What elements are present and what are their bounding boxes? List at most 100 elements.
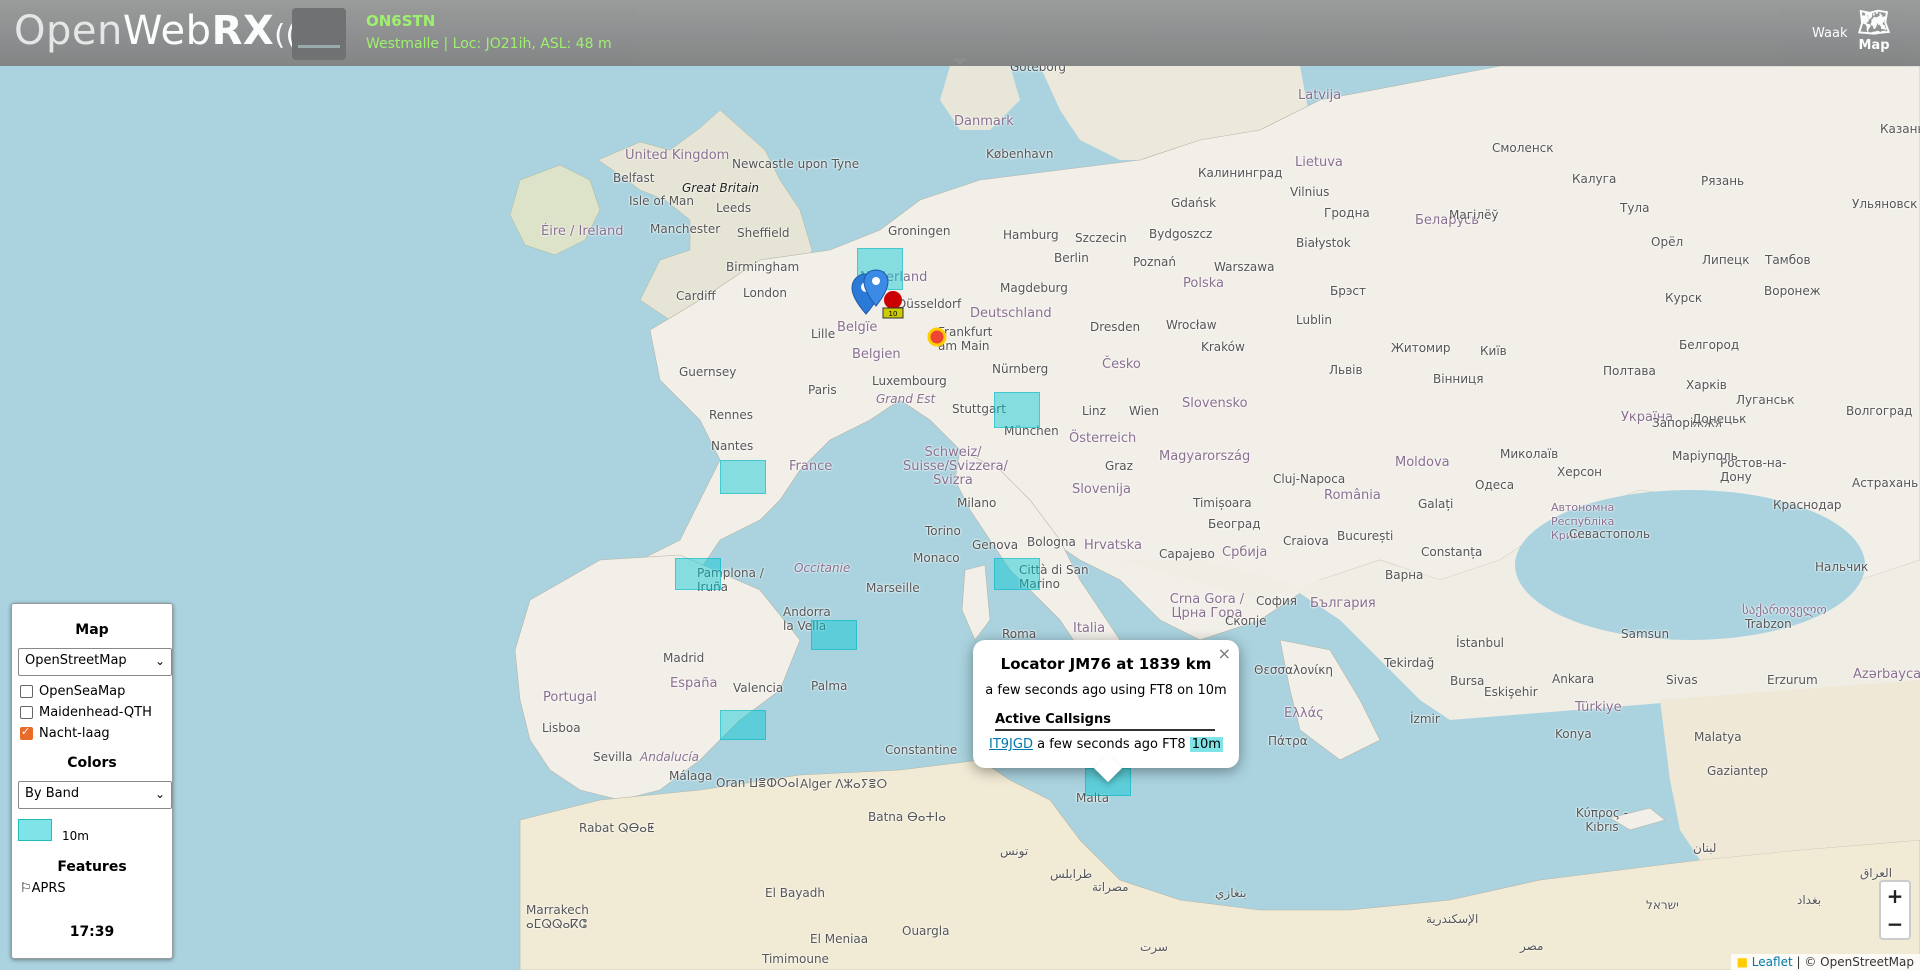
map-label-kibris: Κύπρος - Kıbrıs: [1575, 806, 1629, 834]
map-label-kyiv: Київ: [1480, 344, 1507, 358]
overlay-nacht-laag[interactable]: Nacht-laag: [20, 725, 172, 741]
map-label-lipetsk: Липецк: [1702, 253, 1750, 267]
map-label-leeds: Leeds: [716, 201, 752, 215]
map-label-hrvatska: Hrvatska: [1084, 538, 1142, 553]
grid-square-10m[interactable]: [811, 620, 857, 650]
map-label-slovenija: Slovenija: [1072, 482, 1131, 497]
map-attribution: ■ Leaflet | © OpenStreetMap: [1730, 954, 1920, 970]
map-label-izmir: İzmir: [1410, 712, 1440, 726]
map-label-nurnberg: Nürnberg: [992, 362, 1049, 376]
map-label-manchester: Manchester: [650, 222, 721, 236]
map-label-nantes: Nantes: [711, 439, 754, 453]
top-header: OpenWebRX((•)) ON6STN Westmalle | Loc: J…: [0, 0, 1920, 66]
grid-square-10m[interactable]: [720, 460, 766, 494]
nav-map-label: Map: [1858, 38, 1890, 53]
map-label-hamburg: Hamburg: [1003, 228, 1059, 242]
feature-aprs[interactable]: ⚐APRS: [20, 881, 172, 896]
map-label-gdansk: Gdańsk: [1171, 196, 1217, 210]
map-label-mogilev: Магілёў: [1449, 208, 1499, 222]
map-label-groningen: Groningen: [888, 224, 951, 238]
station-name: ON6STN: [366, 12, 436, 30]
map-label-bialystok: Białystok: [1296, 236, 1351, 250]
map-label-ulyanovsk: Ульяновск: [1852, 197, 1918, 211]
map-label-sivas: Sivas: [1666, 673, 1698, 687]
map-label-batna: Batna ⴱⴰⵜⵏⴰ: [868, 810, 946, 824]
map-label-warszawa: Warszawa: [1214, 260, 1275, 274]
map-label-sarajevo: Сарајево: [1159, 547, 1215, 561]
map-label-italia: Italia: [1073, 621, 1106, 636]
map-label-orel: Орёл: [1651, 235, 1684, 249]
map-label-slovensko: Slovensko: [1182, 396, 1248, 411]
map-label-kobenhavn: København: [986, 147, 1054, 161]
map-label-bursa: Bursa: [1450, 674, 1485, 688]
leaflet-link[interactable]: Leaflet: [1752, 955, 1793, 969]
colors-select[interactable]: By Band ⌄: [18, 781, 172, 809]
map-label-kazan: Казань: [1880, 122, 1920, 136]
colors-heading: Colors: [67, 755, 117, 771]
map-label-oran: Oran ⵡⴻⵀⵔⴰⵏ: [716, 776, 799, 790]
receiver-avatar[interactable]: [292, 8, 346, 60]
grid-square-10m[interactable]: [994, 558, 1040, 590]
map-label-odesa: Одеса: [1475, 478, 1515, 492]
map-label-kherson: Херсон: [1557, 465, 1603, 479]
map-label-magdeburg: Magdeburg: [1000, 281, 1068, 295]
map-label-espana: España: [670, 676, 718, 691]
overlay-openseamap[interactable]: OpenSeaMap: [20, 684, 172, 699]
grid-square-10m[interactable]: [994, 392, 1040, 428]
map-label-deutschland: Deutschland: [970, 306, 1052, 321]
openwebrx-logo[interactable]: OpenWebRX((•)): [14, 8, 337, 54]
zoom-out-button[interactable]: −: [1879, 910, 1911, 940]
map-label-thessaloniki: Θεσσαλονίκη: [1254, 663, 1333, 677]
zoom-in-button[interactable]: +: [1879, 880, 1911, 912]
map-label-rennes: Rennes: [709, 408, 754, 422]
map-label-voronezh: Воронеж: [1764, 284, 1821, 298]
map-label-milano: Milano: [957, 496, 997, 510]
chevron-down-icon: ⌄: [154, 654, 165, 668]
map-label-portugal: Portugal: [543, 690, 597, 705]
popup-time: a few seconds ago using FT8 on 10m: [985, 683, 1227, 698]
map-label-malaga: Málaga: [669, 769, 713, 783]
attribution-text: | © OpenStreetMap: [1796, 955, 1914, 969]
nav-map-button[interactable]: 🗺 Map: [1854, 8, 1894, 53]
map-label-lisboa: Lisboa: [542, 721, 581, 735]
header-collapse-tab[interactable]: [952, 58, 968, 65]
map-label-skopje: Скопје: [1225, 614, 1267, 628]
map-label-szczecin: Szczecin: [1075, 231, 1127, 245]
map-label-palma: Palma: [811, 679, 848, 693]
overlay-maidenhead[interactable]: Maidenhead-QTH: [20, 705, 172, 720]
map-label-turkiye: Türkiye: [1575, 700, 1622, 715]
map-label-mykolaiv: Миколаїв: [1500, 447, 1559, 461]
map-icon: 🗺: [1857, 8, 1891, 38]
overlay-label: OpenSeaMap: [39, 684, 126, 699]
map-label-istanbul: İstanbul: [1456, 636, 1505, 650]
map-label-tbilisi: საქართველო: [1742, 603, 1827, 618]
map-label-osterreich: Österreich: [1069, 431, 1137, 446]
map-label-poltava: Полтава: [1603, 364, 1656, 378]
map-label-donetsk: Донецьк: [1692, 412, 1747, 426]
map-label-lviv: Львів: [1329, 363, 1363, 377]
map-label-eskisehir: Eskişehir: [1484, 685, 1538, 699]
callsign-link[interactable]: IT9JGD: [989, 737, 1033, 752]
nav-receiver-link[interactable]: Waak: [1812, 26, 1847, 41]
grid-square-10m[interactable]: [720, 710, 766, 740]
map-layer-select[interactable]: OpenStreetMap ⌄: [18, 648, 172, 676]
checkbox-maidenhead[interactable]: [20, 706, 33, 719]
checkbox-openseamap[interactable]: [20, 685, 33, 698]
chevron-down-icon: ⌄: [154, 787, 165, 801]
checkbox-nacht-laag[interactable]: [20, 725, 33, 740]
features-heading: Features: [57, 859, 127, 875]
map-label-mariupol: Маріуполь: [1672, 449, 1738, 463]
popup-close-button[interactable]: ×: [1218, 644, 1231, 663]
map-label-gaziantep: Gaziantep: [1707, 764, 1768, 778]
map-label-romania: România: [1324, 488, 1381, 503]
map-label-london: London: [743, 286, 787, 300]
map-label-nalchik: Нальчик: [1815, 560, 1869, 574]
balloon-icon[interactable]: [926, 326, 948, 348]
legend-item-10m[interactable]: 10m: [18, 817, 172, 843]
map-layer-select-value: OpenStreetMap: [25, 653, 127, 668]
map-canvas[interactable]: United Kingdom Great Britain Éire / Irel…: [0, 0, 1920, 970]
map-label-wien: Wien: [1129, 404, 1159, 418]
map-label-tunis: تونس: [1000, 844, 1029, 858]
aprs-station-icon[interactable]: 10: [878, 288, 908, 328]
grid-square-10m[interactable]: [675, 558, 721, 590]
